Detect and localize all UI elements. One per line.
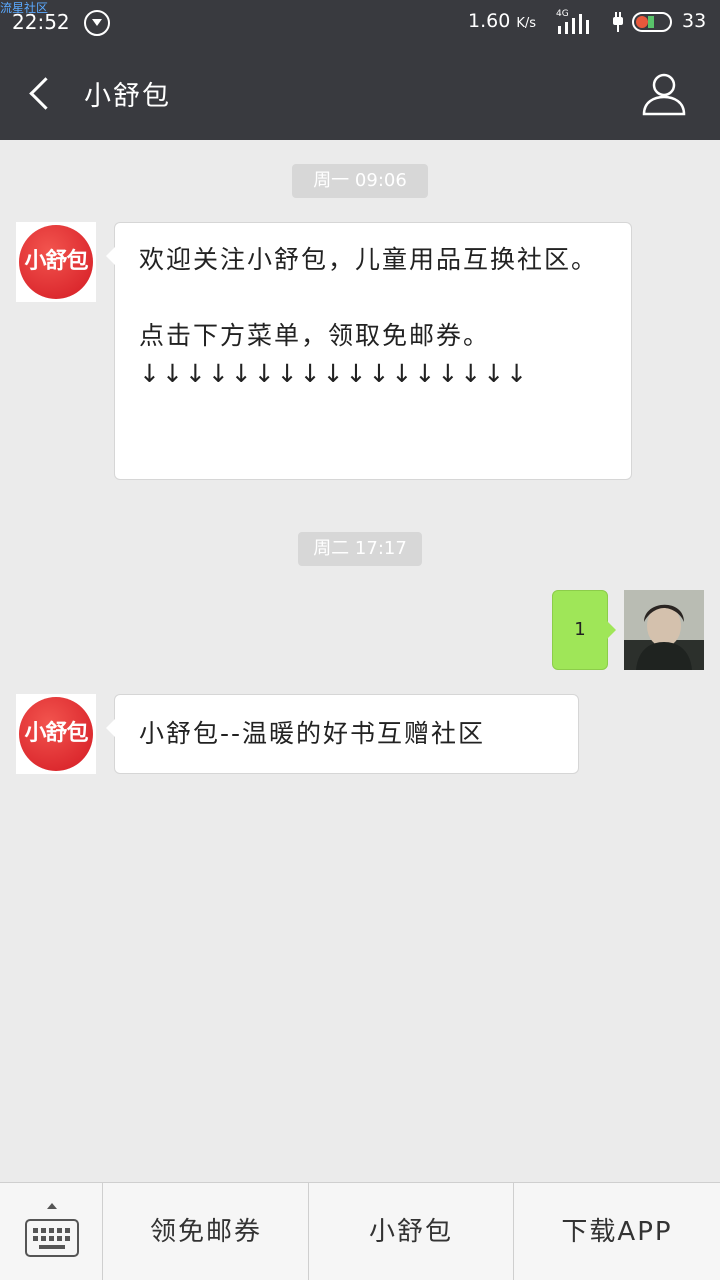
incoming-message[interactable]: 欢迎关注小舒包，儿童用品互换社区。 点击下方菜单，领取免邮券。 ↓↓↓↓↓↓↓↓… xyxy=(106,222,632,480)
charging-icon xyxy=(613,12,623,32)
network-speed: 1.60 K/s xyxy=(468,10,537,32)
chevron-up-icon xyxy=(47,1203,57,1209)
user-avatar[interactable] xyxy=(624,590,704,670)
battery-level: 33 xyxy=(682,10,707,32)
menu-item-brand[interactable]: 小舒包 xyxy=(309,1183,514,1280)
menu-item-download-app[interactable]: 下载APP xyxy=(514,1183,720,1280)
back-button[interactable] xyxy=(20,72,60,116)
outgoing-message[interactable]: 1 xyxy=(552,590,616,670)
timestamp: 周一 09:06 xyxy=(292,164,428,198)
person-icon xyxy=(642,73,686,116)
keyboard-toggle-button[interactable] xyxy=(0,1183,103,1280)
brand-logo: 小舒包 xyxy=(19,225,93,299)
title-bar: 小舒包 xyxy=(0,46,720,140)
keyboard-icon xyxy=(25,1219,79,1257)
user-photo xyxy=(624,590,704,670)
bot-avatar[interactable]: 小舒包 xyxy=(16,694,96,774)
profile-button[interactable] xyxy=(640,70,688,118)
status-time: 22:52 xyxy=(12,10,70,34)
battery-icon xyxy=(632,12,672,32)
bot-avatar[interactable]: 小舒包 xyxy=(16,222,96,302)
download-icon xyxy=(84,10,110,36)
chat-title: 小舒包 xyxy=(84,81,171,112)
status-bar: 流星社区 22:52 1.60 K/s 4G 33 xyxy=(0,0,720,46)
brand-logo: 小舒包 xyxy=(19,697,93,771)
signal-icon: 4G xyxy=(556,9,590,34)
timestamp: 周二 17:17 xyxy=(298,532,422,566)
bottom-menu: 领免邮券 小舒包 下载APP xyxy=(0,1182,720,1280)
incoming-message[interactable]: 小舒包--温暖的好书互赠社区 xyxy=(106,694,579,774)
menu-item-coupon[interactable]: 领免邮券 xyxy=(104,1183,309,1280)
